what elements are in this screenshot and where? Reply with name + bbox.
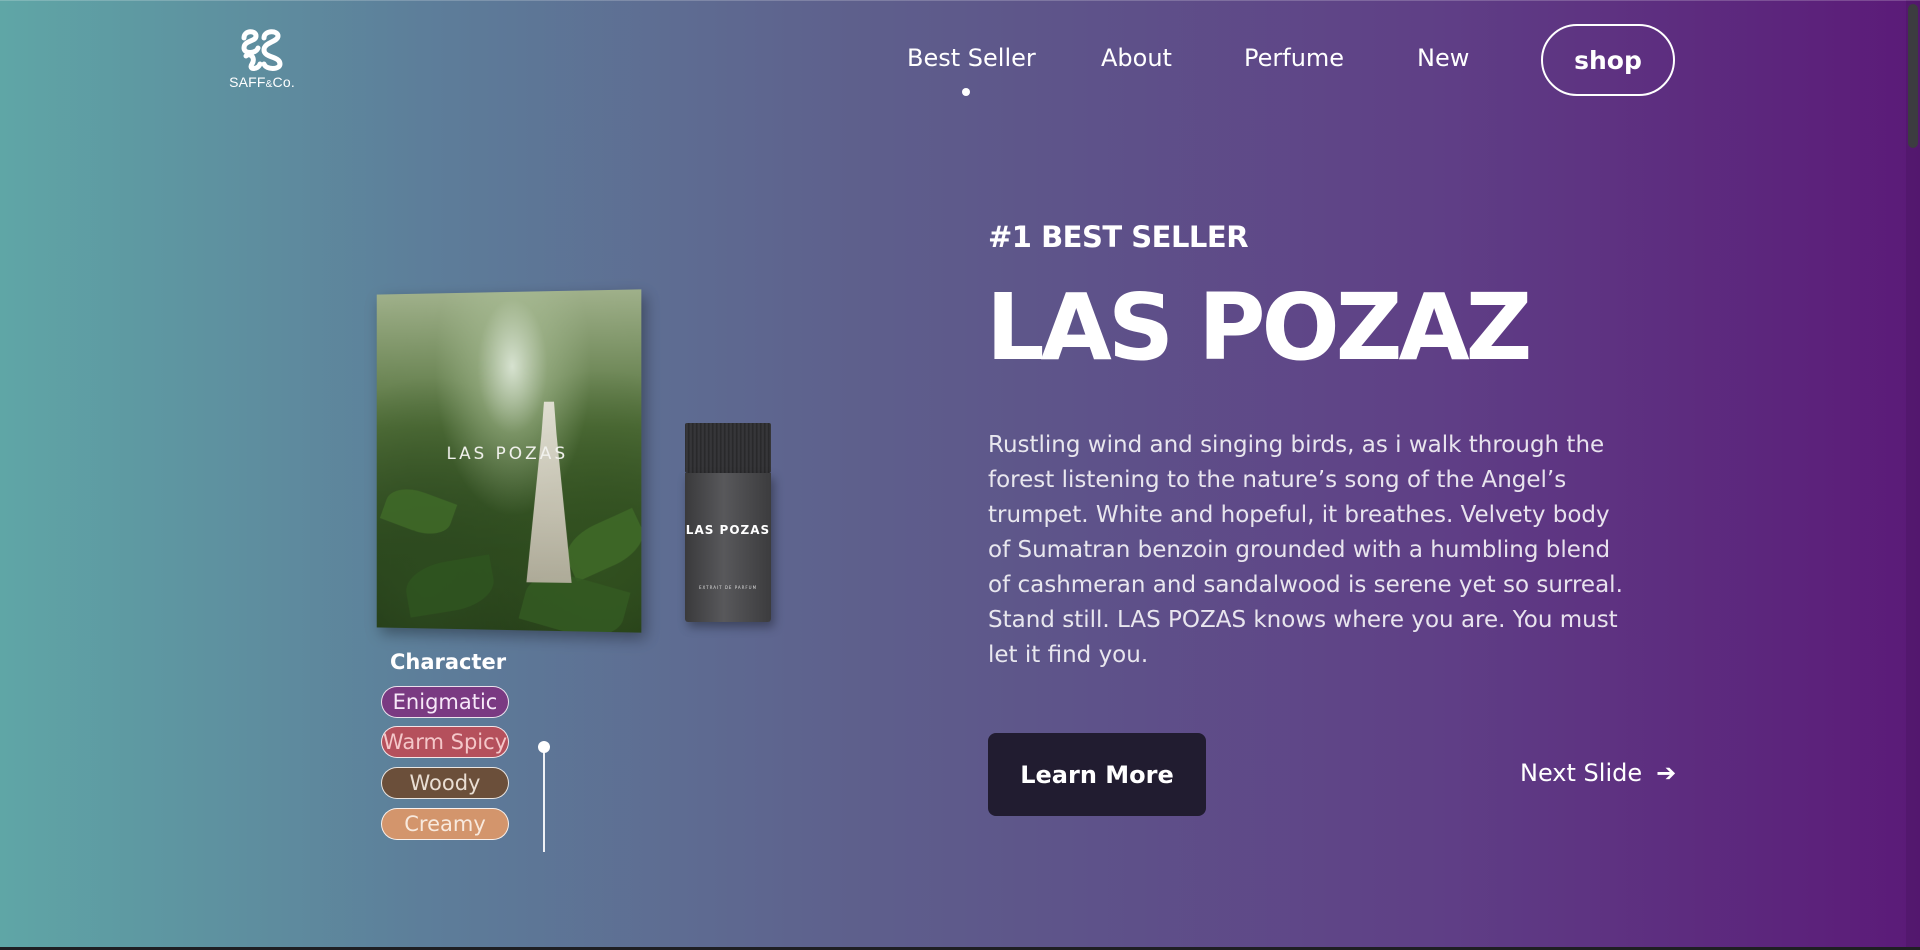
character-tag-enigmatic: Enigmatic bbox=[381, 686, 509, 718]
character-tag-creamy: Creamy bbox=[381, 808, 509, 840]
character-tag-woody: Woody bbox=[381, 767, 509, 799]
brand-logo[interactable]: SAFF&Co. bbox=[222, 28, 302, 90]
leaf-decoration bbox=[379, 480, 458, 543]
character-tag-warm-spicy: Warm Spicy bbox=[381, 726, 509, 758]
arrow-right-icon: ➔ bbox=[1656, 759, 1677, 787]
next-slide-label: Next Slide bbox=[1520, 759, 1643, 787]
next-slide-button[interactable]: Next Slide ➔ bbox=[1520, 759, 1676, 787]
bottle-cap bbox=[685, 423, 771, 473]
scrollbar-thumb[interactable] bbox=[1908, 4, 1918, 148]
bottle-label: LAS POZAS bbox=[685, 523, 771, 537]
character-slider-track[interactable] bbox=[543, 746, 545, 852]
character-title: Character bbox=[390, 650, 507, 674]
page: SAFF&Co. Best Seller About Perfume New s… bbox=[0, 0, 1920, 950]
product-box-image: LAS POZAS bbox=[376, 289, 642, 633]
eyebrow-best-seller: #1 BEST SELLER bbox=[988, 220, 1249, 254]
nav-about[interactable]: About bbox=[1101, 44, 1172, 72]
nav-new[interactable]: New bbox=[1417, 44, 1469, 72]
saff-monogram-icon bbox=[241, 29, 283, 71]
nav-best-seller[interactable]: Best Seller bbox=[907, 44, 1036, 72]
bottle-subtitle: EXTRAIT DE PARFUM bbox=[698, 585, 758, 590]
product-description: Rustling wind and singing birds, as i wa… bbox=[988, 432, 1623, 668]
leaf-decoration bbox=[402, 554, 498, 618]
box-label: LAS POZAS bbox=[446, 443, 569, 465]
nav-active-indicator bbox=[962, 88, 970, 96]
brand-name: SAFF&Co. bbox=[229, 74, 295, 90]
learn-more-button[interactable]: Learn More bbox=[988, 733, 1206, 816]
shop-button[interactable]: shop bbox=[1541, 24, 1675, 96]
leaf-decoration bbox=[558, 507, 642, 582]
bottle-image: LAS POZAS EXTRAIT DE PARFUM bbox=[685, 473, 771, 622]
product-title: LAS POZAZ bbox=[986, 274, 1532, 381]
nav-perfume[interactable]: Perfume bbox=[1244, 44, 1344, 72]
character-slider-handle[interactable] bbox=[538, 741, 550, 753]
top-border bbox=[0, 0, 1920, 1]
figure-in-dress bbox=[524, 402, 574, 583]
